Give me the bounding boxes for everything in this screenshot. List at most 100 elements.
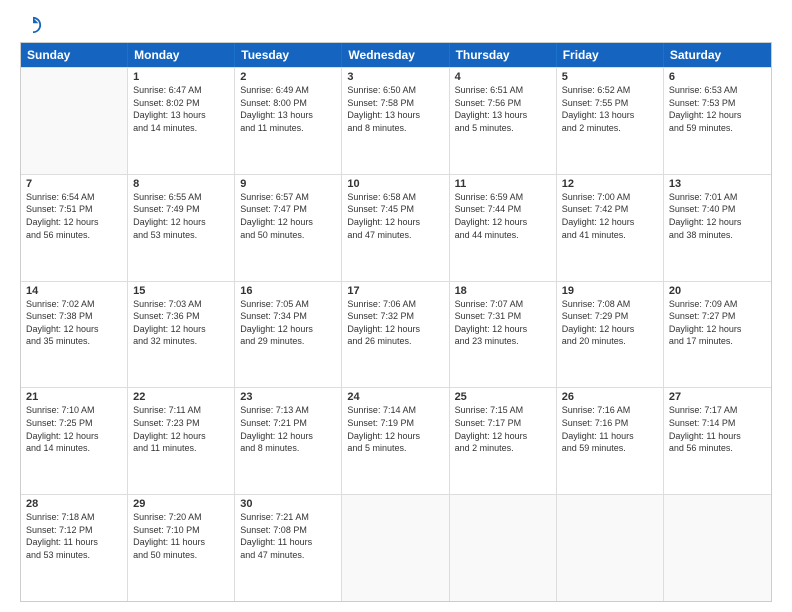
day-info: Sunrise: 7:07 AMSunset: 7:31 PMDaylight:…	[455, 298, 551, 348]
day-number: 29	[133, 498, 229, 510]
table-row: 13Sunrise: 7:01 AMSunset: 7:40 PMDayligh…	[664, 175, 771, 281]
week-row-1: 1Sunrise: 6:47 AMSunset: 8:02 PMDaylight…	[21, 67, 771, 174]
day-info: Sunrise: 7:00 AMSunset: 7:42 PMDaylight:…	[562, 191, 658, 241]
table-row: 25Sunrise: 7:15 AMSunset: 7:17 PMDayligh…	[450, 388, 557, 494]
table-row: 9Sunrise: 6:57 AMSunset: 7:47 PMDaylight…	[235, 175, 342, 281]
table-row	[664, 495, 771, 601]
table-row: 7Sunrise: 6:54 AMSunset: 7:51 PMDaylight…	[21, 175, 128, 281]
table-row: 2Sunrise: 6:49 AMSunset: 8:00 PMDaylight…	[235, 68, 342, 174]
header-monday: Monday	[128, 43, 235, 67]
table-row	[450, 495, 557, 601]
table-row: 29Sunrise: 7:20 AMSunset: 7:10 PMDayligh…	[128, 495, 235, 601]
table-row: 8Sunrise: 6:55 AMSunset: 7:49 PMDaylight…	[128, 175, 235, 281]
table-row: 22Sunrise: 7:11 AMSunset: 7:23 PMDayligh…	[128, 388, 235, 494]
day-number: 25	[455, 391, 551, 403]
day-number: 10	[347, 178, 443, 190]
page: Sunday Monday Tuesday Wednesday Thursday…	[0, 0, 792, 612]
table-row: 3Sunrise: 6:50 AMSunset: 7:58 PMDaylight…	[342, 68, 449, 174]
table-row: 21Sunrise: 7:10 AMSunset: 7:25 PMDayligh…	[21, 388, 128, 494]
day-info: Sunrise: 7:02 AMSunset: 7:38 PMDaylight:…	[26, 298, 122, 348]
day-info: Sunrise: 6:49 AMSunset: 8:00 PMDaylight:…	[240, 84, 336, 134]
table-row: 27Sunrise: 7:17 AMSunset: 7:14 PMDayligh…	[664, 388, 771, 494]
day-number: 3	[347, 71, 443, 83]
calendar-header: Sunday Monday Tuesday Wednesday Thursday…	[21, 43, 771, 67]
day-info: Sunrise: 6:54 AMSunset: 7:51 PMDaylight:…	[26, 191, 122, 241]
day-info: Sunrise: 7:09 AMSunset: 7:27 PMDaylight:…	[669, 298, 766, 348]
header-sunday: Sunday	[21, 43, 128, 67]
day-info: Sunrise: 7:06 AMSunset: 7:32 PMDaylight:…	[347, 298, 443, 348]
day-number: 17	[347, 285, 443, 297]
header-tuesday: Tuesday	[235, 43, 342, 67]
day-number: 6	[669, 71, 766, 83]
header	[20, 16, 772, 34]
day-number: 21	[26, 391, 122, 403]
day-info: Sunrise: 7:14 AMSunset: 7:19 PMDaylight:…	[347, 404, 443, 454]
day-number: 23	[240, 391, 336, 403]
logo	[20, 16, 42, 34]
table-row: 28Sunrise: 7:18 AMSunset: 7:12 PMDayligh…	[21, 495, 128, 601]
table-row: 12Sunrise: 7:00 AMSunset: 7:42 PMDayligh…	[557, 175, 664, 281]
day-number: 22	[133, 391, 229, 403]
table-row: 30Sunrise: 7:21 AMSunset: 7:08 PMDayligh…	[235, 495, 342, 601]
day-info: Sunrise: 7:05 AMSunset: 7:34 PMDaylight:…	[240, 298, 336, 348]
logo-icon	[24, 16, 42, 34]
table-row: 4Sunrise: 6:51 AMSunset: 7:56 PMDaylight…	[450, 68, 557, 174]
day-info: Sunrise: 7:08 AMSunset: 7:29 PMDaylight:…	[562, 298, 658, 348]
day-info: Sunrise: 7:17 AMSunset: 7:14 PMDaylight:…	[669, 404, 766, 454]
day-number: 24	[347, 391, 443, 403]
table-row: 23Sunrise: 7:13 AMSunset: 7:21 PMDayligh…	[235, 388, 342, 494]
table-row: 16Sunrise: 7:05 AMSunset: 7:34 PMDayligh…	[235, 282, 342, 388]
table-row: 24Sunrise: 7:14 AMSunset: 7:19 PMDayligh…	[342, 388, 449, 494]
day-number: 19	[562, 285, 658, 297]
day-info: Sunrise: 6:51 AMSunset: 7:56 PMDaylight:…	[455, 84, 551, 134]
day-info: Sunrise: 6:58 AMSunset: 7:45 PMDaylight:…	[347, 191, 443, 241]
table-row: 1Sunrise: 6:47 AMSunset: 8:02 PMDaylight…	[128, 68, 235, 174]
week-row-4: 21Sunrise: 7:10 AMSunset: 7:25 PMDayligh…	[21, 387, 771, 494]
table-row	[557, 495, 664, 601]
day-info: Sunrise: 6:47 AMSunset: 8:02 PMDaylight:…	[133, 84, 229, 134]
day-number: 1	[133, 71, 229, 83]
week-row-2: 7Sunrise: 6:54 AMSunset: 7:51 PMDaylight…	[21, 174, 771, 281]
day-info: Sunrise: 7:16 AMSunset: 7:16 PMDaylight:…	[562, 404, 658, 454]
header-friday: Friday	[557, 43, 664, 67]
day-info: Sunrise: 7:21 AMSunset: 7:08 PMDaylight:…	[240, 511, 336, 561]
day-info: Sunrise: 6:50 AMSunset: 7:58 PMDaylight:…	[347, 84, 443, 134]
table-row: 11Sunrise: 6:59 AMSunset: 7:44 PMDayligh…	[450, 175, 557, 281]
day-number: 18	[455, 285, 551, 297]
day-number: 9	[240, 178, 336, 190]
day-number: 7	[26, 178, 122, 190]
day-info: Sunrise: 7:15 AMSunset: 7:17 PMDaylight:…	[455, 404, 551, 454]
day-number: 16	[240, 285, 336, 297]
day-info: Sunrise: 6:57 AMSunset: 7:47 PMDaylight:…	[240, 191, 336, 241]
day-number: 4	[455, 71, 551, 83]
day-info: Sunrise: 7:20 AMSunset: 7:10 PMDaylight:…	[133, 511, 229, 561]
table-row: 17Sunrise: 7:06 AMSunset: 7:32 PMDayligh…	[342, 282, 449, 388]
table-row: 10Sunrise: 6:58 AMSunset: 7:45 PMDayligh…	[342, 175, 449, 281]
day-number: 28	[26, 498, 122, 510]
day-number: 26	[562, 391, 658, 403]
day-info: Sunrise: 7:11 AMSunset: 7:23 PMDaylight:…	[133, 404, 229, 454]
table-row: 20Sunrise: 7:09 AMSunset: 7:27 PMDayligh…	[664, 282, 771, 388]
table-row: 15Sunrise: 7:03 AMSunset: 7:36 PMDayligh…	[128, 282, 235, 388]
day-number: 20	[669, 285, 766, 297]
day-info: Sunrise: 7:10 AMSunset: 7:25 PMDaylight:…	[26, 404, 122, 454]
table-row	[21, 68, 128, 174]
week-row-3: 14Sunrise: 7:02 AMSunset: 7:38 PMDayligh…	[21, 281, 771, 388]
day-number: 8	[133, 178, 229, 190]
day-number: 30	[240, 498, 336, 510]
header-wednesday: Wednesday	[342, 43, 449, 67]
day-info: Sunrise: 7:18 AMSunset: 7:12 PMDaylight:…	[26, 511, 122, 561]
table-row	[342, 495, 449, 601]
week-row-5: 28Sunrise: 7:18 AMSunset: 7:12 PMDayligh…	[21, 494, 771, 601]
calendar: Sunday Monday Tuesday Wednesday Thursday…	[20, 42, 772, 602]
header-saturday: Saturday	[664, 43, 771, 67]
table-row: 19Sunrise: 7:08 AMSunset: 7:29 PMDayligh…	[557, 282, 664, 388]
day-info: Sunrise: 7:13 AMSunset: 7:21 PMDaylight:…	[240, 404, 336, 454]
day-number: 14	[26, 285, 122, 297]
day-info: Sunrise: 7:03 AMSunset: 7:36 PMDaylight:…	[133, 298, 229, 348]
day-info: Sunrise: 6:52 AMSunset: 7:55 PMDaylight:…	[562, 84, 658, 134]
table-row: 14Sunrise: 7:02 AMSunset: 7:38 PMDayligh…	[21, 282, 128, 388]
day-number: 2	[240, 71, 336, 83]
table-row: 26Sunrise: 7:16 AMSunset: 7:16 PMDayligh…	[557, 388, 664, 494]
header-thursday: Thursday	[450, 43, 557, 67]
